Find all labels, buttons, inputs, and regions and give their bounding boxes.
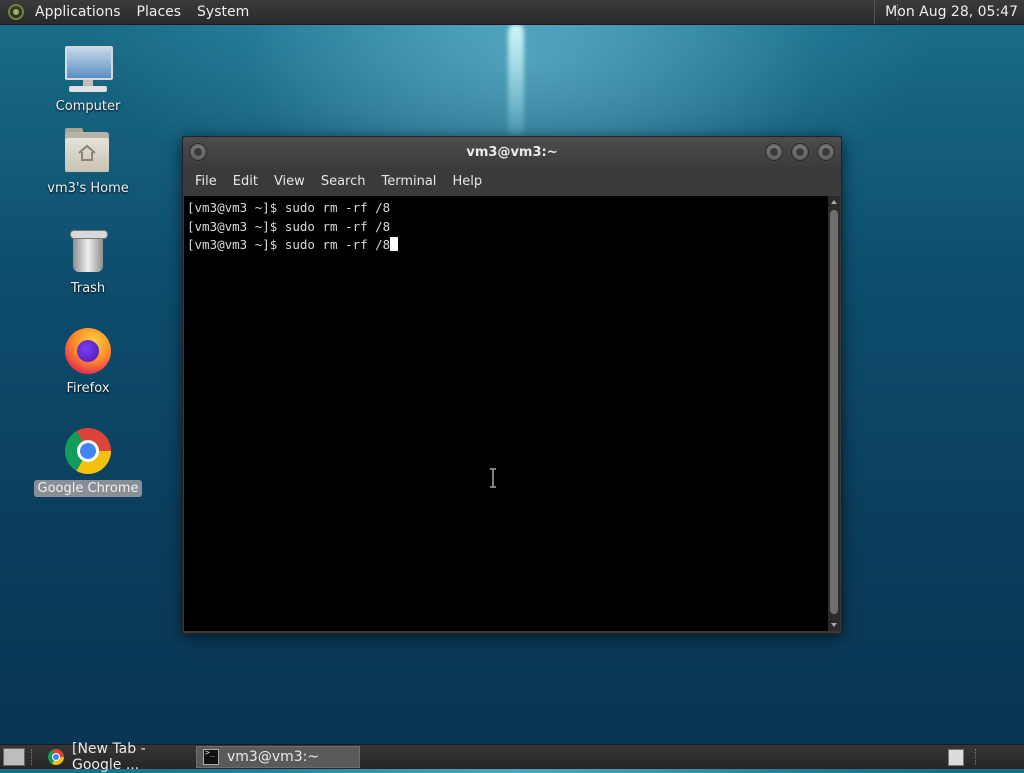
text-cursor (390, 237, 399, 251)
menu-file[interactable]: File (187, 174, 225, 189)
menu-help[interactable]: Help (444, 174, 490, 189)
ibeam-cursor-icon (490, 468, 496, 488)
taskbar-item-terminal[interactable]: vm3@vm3:~ (196, 746, 360, 768)
taskbar-item-label: vm3@vm3:~ (227, 749, 320, 765)
desktop-icon-trash[interactable]: Trash (33, 226, 143, 297)
terminal-scrollbar[interactable] (828, 196, 840, 631)
menu-terminal[interactable]: Terminal (373, 174, 444, 189)
taskbar-item-chrome[interactable]: [New Tab - Google ... (42, 741, 192, 773)
desktop-icon-chrome[interactable]: Google Chrome (33, 426, 143, 497)
bottom-panel: [New Tab - Google ... vm3@vm3:~ (0, 741, 1024, 773)
menu-edit[interactable]: Edit (225, 174, 266, 189)
panel-separator (31, 749, 34, 765)
wallpaper-light-ray (508, 24, 524, 136)
desktop-icon-label: Firefox (66, 381, 110, 396)
terminal-line-current: [vm3@vm3 ~]$ sudo rm -rf /8 (187, 236, 825, 255)
scroll-up-icon[interactable] (831, 200, 837, 204)
close-button[interactable] (817, 143, 835, 161)
scrollbar-thumb[interactable] (830, 210, 838, 614)
menu-view[interactable]: View (266, 174, 313, 189)
desktop-icon-label: vm3's Home (47, 181, 129, 196)
terminal-output[interactable]: [vm3@vm3 ~]$ sudo rm -rf /8 [vm3@vm3 ~]$… (184, 196, 828, 631)
firefox-icon (63, 326, 113, 376)
applications-menu[interactable]: Applications (27, 4, 129, 20)
terminal-line-text: [vm3@vm3 ~]$ sudo rm -rf /8 (187, 237, 391, 252)
chrome-icon (63, 426, 113, 476)
desktop-icon-label: Trash (70, 281, 106, 296)
terminal-line: [vm3@vm3 ~]$ sudo rm -rf /8 (187, 218, 391, 234)
show-desktop-icon[interactable] (3, 748, 25, 766)
maximize-button[interactable] (791, 143, 809, 161)
terminal-line: [vm3@vm3 ~]$ sudo rm -rf /8 (187, 200, 391, 215)
scroll-down-icon[interactable] (831, 623, 837, 627)
panel-separator (975, 749, 978, 765)
computer-icon (63, 44, 113, 94)
top-menu: Applications Places System (0, 0, 257, 24)
window-title: vm3@vm3:~ (466, 145, 558, 160)
gnome-foot-icon[interactable] (7, 3, 25, 21)
top-panel: Applications Places System Mon Aug 28, 0… (0, 0, 1024, 25)
trash-icon (63, 226, 113, 276)
minimize-button[interactable] (765, 143, 783, 161)
system-menu[interactable]: System (189, 4, 257, 20)
workspace-switcher[interactable] (948, 749, 964, 766)
desktop-icon-label: Google Chrome (33, 480, 143, 497)
taskbar-item-label: [New Tab - Google ... (72, 741, 146, 773)
terminal-menubar: File Edit View Search Terminal Help (183, 167, 841, 195)
desktop-icon-computer[interactable]: Computer (33, 44, 143, 115)
desktop-icon-firefox[interactable]: Firefox (33, 326, 143, 397)
chrome-icon (48, 749, 64, 765)
window-titlebar[interactable]: vm3@vm3:~ (183, 137, 841, 167)
desktop-icon-label: Computer (55, 99, 121, 114)
places-menu[interactable]: Places (129, 4, 190, 20)
clock[interactable]: Mon Aug 28, 05:47 (874, 0, 1024, 24)
desktop-icon-home[interactable]: vm3's Home (33, 126, 143, 197)
home-folder-icon (63, 126, 113, 176)
terminal-icon (203, 748, 219, 765)
menu-search[interactable]: Search (313, 174, 374, 189)
terminal-window[interactable]: vm3@vm3:~ File Edit View Search Terminal… (182, 136, 842, 634)
